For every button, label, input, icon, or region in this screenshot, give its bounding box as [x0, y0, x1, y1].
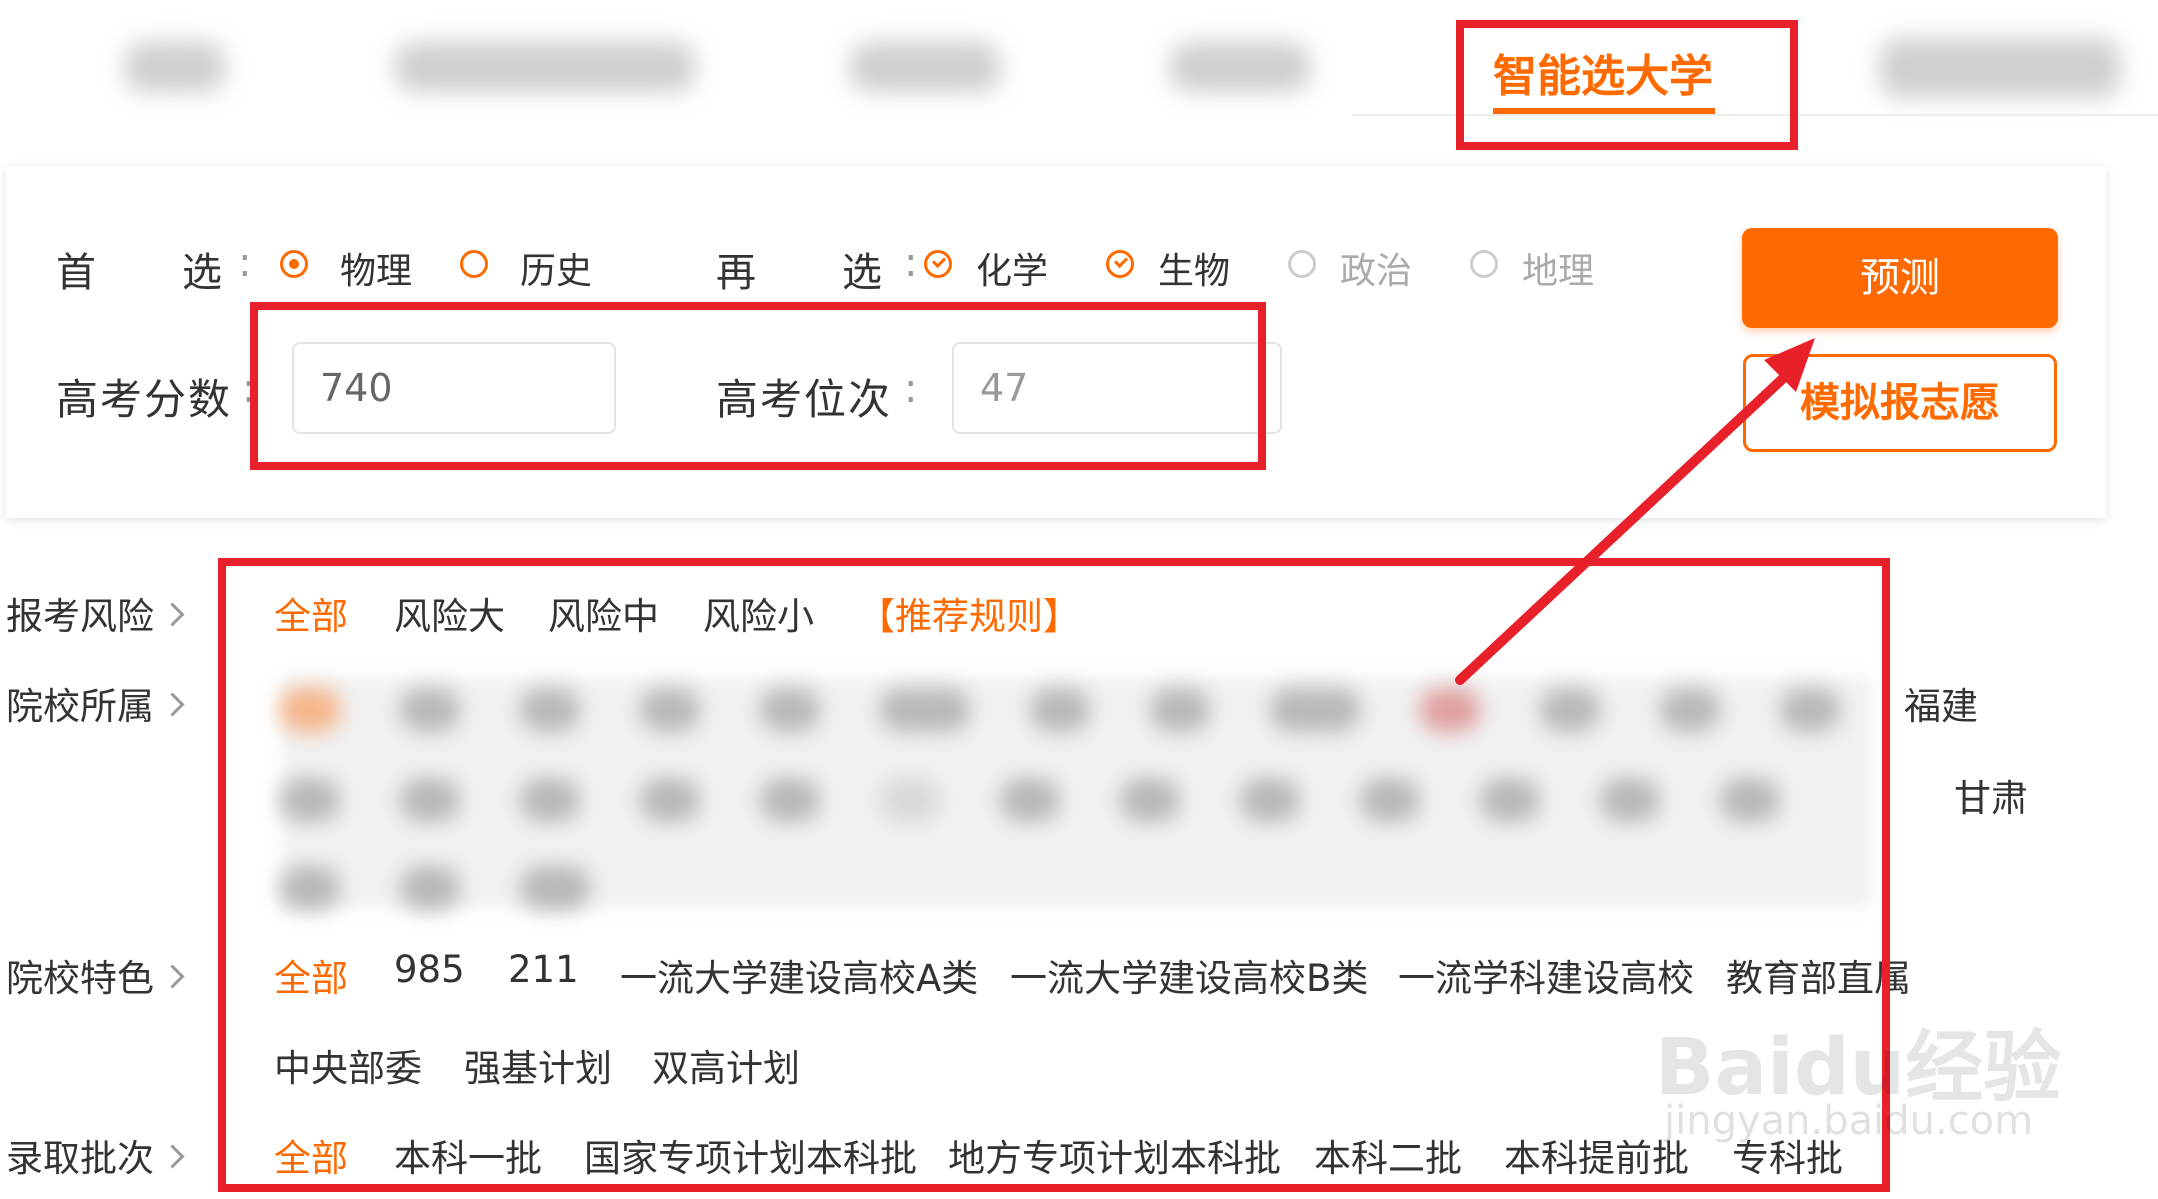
check-biology[interactable] — [1106, 250, 1134, 278]
nav-tab-blurred-3[interactable] — [850, 42, 1000, 92]
annotation-box-tab — [1456, 20, 1798, 150]
primary-subject-label: 首 选 — [56, 250, 224, 296]
check-geography[interactable] — [1470, 250, 1498, 278]
score-label: 高考分数 — [56, 375, 233, 424]
check-politics[interactable] — [1288, 250, 1316, 278]
chevron-right-icon — [160, 692, 185, 717]
option-history-label[interactable]: 历史 — [520, 242, 592, 294]
option-geography-label[interactable]: 地理 — [1522, 242, 1594, 294]
colon: : — [904, 240, 918, 286]
nav-tab-blurred-1[interactable] — [125, 42, 225, 92]
chevron-right-icon — [160, 1144, 185, 1169]
chevron-right-icon — [160, 602, 185, 627]
predict-button[interactable]: 预测 — [1742, 228, 2058, 328]
watermark-url: jingyan.baidu.com — [1664, 1098, 2034, 1144]
radio-physics[interactable] — [280, 250, 308, 278]
nav-tab-blurred-2[interactable] — [395, 42, 695, 92]
option-chemistry-label[interactable]: 化学 — [976, 242, 1048, 294]
nav-tab-blurred-4[interactable] — [1170, 42, 1310, 92]
radio-history[interactable] — [460, 250, 488, 278]
option-physics-label[interactable]: 物理 — [340, 242, 412, 294]
province-option-fujian[interactable]: 福建 — [1904, 676, 1978, 730]
annotation-box-score-inputs — [250, 302, 1266, 470]
annotation-box-filters — [218, 558, 1890, 1192]
option-politics-label[interactable]: 政治 — [1340, 242, 1412, 294]
filter-label-batch[interactable]: 录取批次 — [6, 1128, 185, 1182]
option-biology-label[interactable]: 生物 — [1158, 242, 1230, 294]
top-nav: 智能选大学 — [0, 0, 2158, 120]
simulate-application-button[interactable]: 模拟报志愿 — [1743, 354, 2057, 452]
colon: : — [238, 240, 252, 286]
filter-label-risk[interactable]: 报考风险 — [6, 586, 185, 640]
filter-label-features[interactable]: 院校特色 — [6, 948, 185, 1002]
filter-label-affiliation[interactable]: 院校所属 — [6, 676, 185, 730]
check-chemistry[interactable] — [924, 250, 952, 278]
nav-tab-blurred-5[interactable] — [1880, 38, 2120, 98]
chevron-right-icon — [160, 964, 185, 989]
secondary-subject-label: 再 选 — [716, 250, 884, 296]
province-option-gansu[interactable]: 甘肃 — [1954, 768, 2028, 822]
